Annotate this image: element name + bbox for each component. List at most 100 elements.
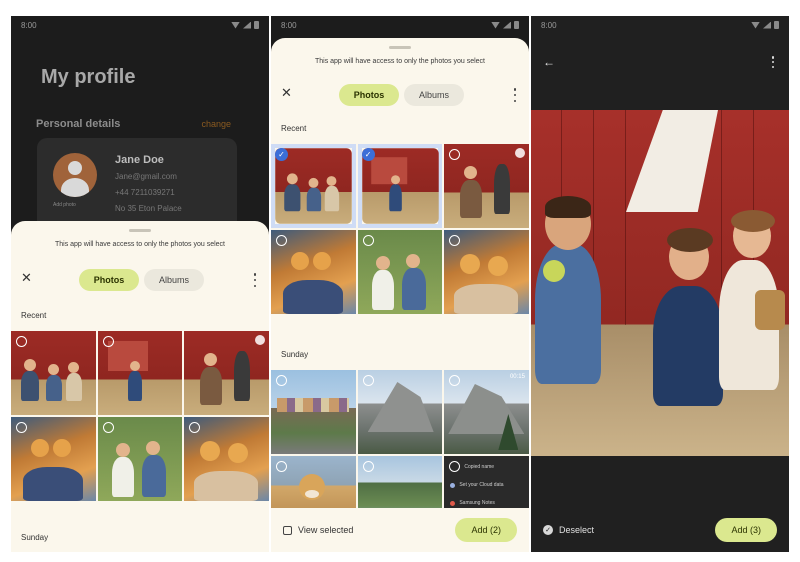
- select-circle-icon[interactable]: [276, 461, 287, 472]
- wifi-icon: [751, 21, 760, 29]
- photo-preview: [531, 110, 789, 456]
- select-circle-icon[interactable]: [362, 375, 374, 386]
- tab-albums[interactable]: Albums: [404, 84, 464, 106]
- section-recent: Recent: [21, 311, 47, 320]
- status-time: 8:00: [21, 20, 37, 30]
- photo-tile[interactable]: [97, 417, 183, 501]
- status-time: 8:00: [281, 20, 297, 30]
- photo-tile-selected[interactable]: ✓: [271, 144, 356, 228]
- status-bar: 8:00: [271, 16, 529, 34]
- status-bar: 8:00: [531, 16, 789, 34]
- screenshot-menu-line: Copied name: [464, 464, 495, 470]
- close-icon[interactable]: ✕: [281, 86, 292, 99]
- drag-handle[interactable]: [389, 46, 411, 49]
- select-circle-icon[interactable]: [16, 422, 27, 433]
- photo-tile-selected[interactable]: ✓: [358, 144, 443, 228]
- photo-tile[interactable]: [271, 230, 356, 314]
- battery-icon: [254, 21, 259, 29]
- photo-tile[interactable]: [357, 370, 443, 454]
- photo-tile[interactable]: [11, 331, 96, 415]
- add-photo-label[interactable]: Add photo: [53, 202, 76, 208]
- profile-name: Jane Doe: [115, 154, 164, 166]
- back-arrow-icon[interactable]: ←: [543, 56, 555, 68]
- select-circle-icon[interactable]: [16, 336, 27, 347]
- signal-icon: [243, 21, 251, 29]
- select-circle-icon[interactable]: [449, 375, 461, 386]
- drag-handle[interactable]: [129, 229, 151, 232]
- photo-tile[interactable]: [97, 331, 183, 415]
- photo-grid-sunday: 00:15 Copied name Set your Cloud data Sa…: [271, 370, 529, 522]
- child-figure: [653, 286, 723, 406]
- basket: [755, 290, 785, 330]
- photo-tile[interactable]: [271, 370, 356, 454]
- photo-tile[interactable]: [184, 417, 269, 501]
- checkmark-icon[interactable]: ✓: [361, 148, 375, 161]
- photo-picker-sheet: This app will have access to only the ph…: [271, 38, 529, 552]
- photo-grid-recent: ✓ ✓: [271, 144, 529, 314]
- select-circle-icon[interactable]: [362, 235, 374, 246]
- battery-icon: [774, 21, 779, 29]
- more-options-icon[interactable]: [771, 56, 775, 68]
- section-sunday: Sunday: [281, 350, 309, 359]
- select-circle-icon[interactable]: [362, 461, 374, 472]
- phone-photo-picker: 8:00 This app will have access to only t…: [271, 16, 529, 552]
- more-options-icon[interactable]: [513, 88, 517, 102]
- photo-tile[interactable]: [11, 417, 96, 501]
- select-circle-icon[interactable]: [449, 461, 461, 472]
- expand-icon[interactable]: [514, 148, 525, 158]
- status-bar: 8:00: [11, 16, 269, 34]
- photo-picker-sheet: This app will have access to only the ph…: [11, 221, 269, 552]
- signal-icon: [763, 21, 771, 29]
- page-title: My profile: [41, 66, 136, 88]
- avatar[interactable]: [53, 153, 97, 197]
- preview-bottom-bar: ✓ Deselect Add (3): [531, 508, 789, 552]
- tab-albums[interactable]: Albums: [144, 269, 204, 291]
- photo-tile[interactable]: [444, 230, 529, 314]
- section-sunday: Sunday: [21, 533, 49, 542]
- deselect-button[interactable]: ✓ Deselect: [543, 525, 594, 535]
- checkmark-icon[interactable]: ✓: [275, 148, 288, 161]
- status-time: 8:00: [541, 20, 557, 30]
- gallery-icon: [283, 525, 292, 535]
- select-circle-icon[interactable]: [276, 235, 287, 246]
- expand-icon[interactable]: [254, 335, 265, 345]
- select-circle-icon[interactable]: [102, 336, 114, 347]
- tab-photos[interactable]: Photos: [339, 84, 399, 106]
- video-duration: 00:15: [509, 374, 525, 380]
- tab-photos[interactable]: Photos: [79, 269, 139, 291]
- check-circle-icon: ✓: [543, 525, 553, 535]
- photo-tile[interactable]: [357, 230, 443, 314]
- change-link[interactable]: change: [201, 119, 231, 129]
- screenshot-menu-line: Set your Cloud data: [450, 478, 523, 492]
- photo-tile[interactable]: [444, 144, 529, 228]
- apple: [543, 260, 565, 282]
- barn-letter-shape: [626, 110, 718, 212]
- photo-grid-recent: [11, 331, 269, 501]
- profile-phone: +44 7211039271: [115, 188, 175, 197]
- view-selected-label: View selected: [298, 525, 354, 535]
- select-circle-icon[interactable]: [102, 422, 114, 433]
- screenshot-stage: 8:00 My profile Personal details change …: [0, 0, 800, 562]
- select-circle-icon[interactable]: [449, 149, 461, 160]
- status-icons: [751, 21, 779, 29]
- access-notice: This app will have access to only the ph…: [314, 58, 486, 65]
- select-circle-icon[interactable]: [189, 422, 201, 433]
- phone-profile-with-picker: 8:00 My profile Personal details change …: [11, 16, 269, 552]
- picker-bottom-bar: View selected Add (2): [271, 508, 529, 552]
- add-button[interactable]: Add (3): [715, 518, 777, 542]
- signal-icon: [503, 21, 511, 29]
- battery-icon: [514, 21, 519, 29]
- photo-tile[interactable]: 00:15: [444, 370, 529, 454]
- personal-details-heading: Personal details: [36, 118, 121, 130]
- deselect-label: Deselect: [559, 525, 595, 535]
- phone-photo-preview: 8:00 ← ✓ Deselect Add (3): [531, 16, 789, 552]
- profile-email: Jane@gmail.com: [115, 172, 177, 181]
- section-recent: Recent: [281, 124, 307, 133]
- photo-tile[interactable]: [184, 331, 269, 415]
- select-circle-icon[interactable]: [449, 235, 461, 246]
- add-button[interactable]: Add (2): [455, 518, 517, 542]
- close-icon[interactable]: ✕: [21, 271, 32, 284]
- select-circle-icon[interactable]: [276, 375, 287, 386]
- more-options-icon[interactable]: [253, 273, 257, 287]
- view-selected-button[interactable]: View selected: [283, 525, 353, 535]
